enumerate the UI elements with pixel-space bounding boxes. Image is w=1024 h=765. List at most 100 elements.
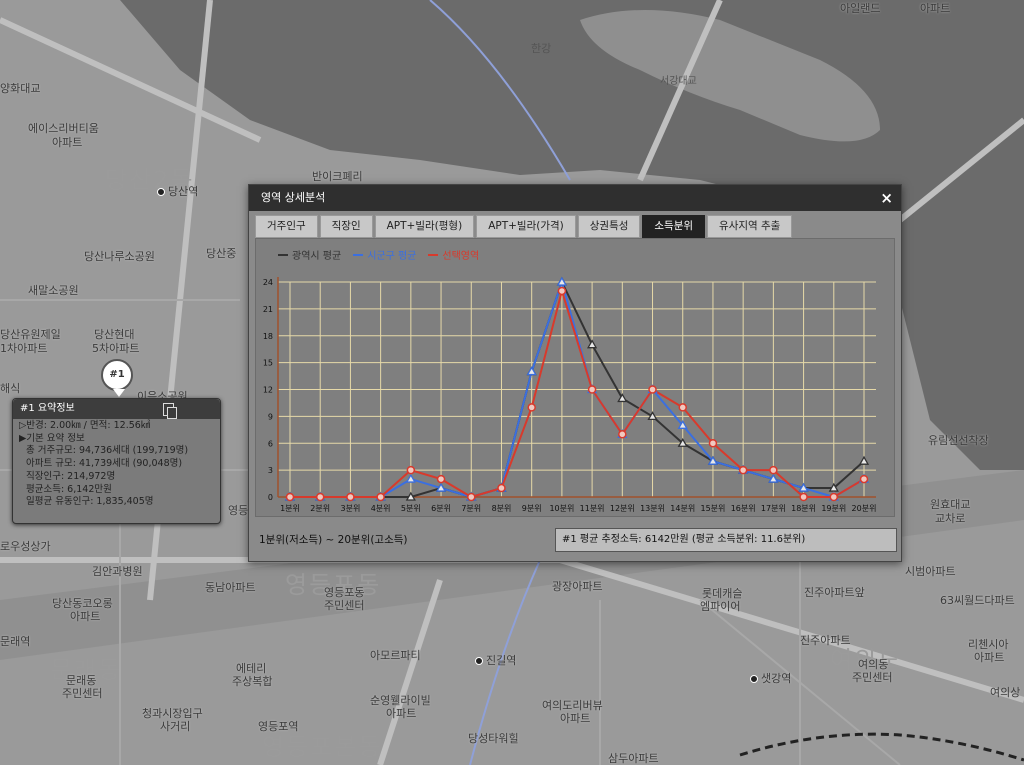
panel-title: 영역 상세분석 [261,191,326,204]
map-label: 문래역 [0,635,31,648]
map-label: 아파트 [70,610,101,623]
tab-workers[interactable]: 직장인 [319,215,373,238]
summary-row: 직장인구: 214,972명 [26,470,116,482]
location-marker[interactable]: #1 [101,359,133,397]
average-income-info: #1 평균 추정소득: 6142만원 (평균 소득분위: 11.6분위) [555,528,897,552]
map-label: 당산중 [206,247,237,260]
data-point [738,465,748,475]
data-point [405,473,416,483]
detail-analysis-panel: 영역 상세분석 × 거주인구 직장인 APT+빌라(평형) APT+빌라(가격)… [248,184,902,562]
map-label: 당산역 [157,183,198,199]
x-tick-label: 15분위 [700,504,725,513]
decile-scale-text: 1분위(저소득) ~ 20분위(고소득) [259,534,408,546]
data-point [587,385,597,394]
x-tick-label: 19분위 [821,504,846,513]
x-tick-label: 20분위 [852,504,877,513]
x-tick-label: 8분위 [492,504,512,513]
map-label: 아모르파티 [370,649,421,662]
data-point [406,465,416,475]
x-tick-label: 14분위 [670,504,695,513]
data-point [708,439,718,448]
x-tick-label: 16분위 [731,504,756,513]
summary-popup: #1 요약정보 ▷반경: 2.00㎞ / 면적: 12.56㎢ ▶기본 요약 정… [12,398,221,524]
x-tick-label: 17분위 [761,504,786,513]
tab-similar-area[interactable]: 유사지역 추출 [707,215,793,238]
y-tick-label: 3 [268,466,273,475]
data-point [467,492,476,502]
map-label: 샛강역 [750,670,791,686]
map-label: 영등 [228,504,249,517]
map-label: 한강 [531,42,552,55]
x-tick-label: 3분위 [341,504,361,513]
tab-commercial[interactable]: 상권특성 [577,215,641,238]
map-label: 당성타워힐 [468,732,519,745]
map-label: 여의상 [990,686,1021,699]
map-label: 서강대교 [660,76,697,87]
summary-radius: ▷반경: 2.00㎞ / 면적: 12.56㎢ [19,420,151,431]
data-point [497,483,506,493]
map-label: 주민센터 [852,671,893,684]
chart-area: 광역시 평균 시군구 평균 선택영역 0 3 6 9 12 15 18 21 24 1분위 2분위 3… [255,238,895,517]
data-point [526,366,537,376]
data-point [799,492,808,502]
summary-row: 평균소득: 6,142만원 [26,483,112,495]
data-point [346,492,355,502]
data-point [769,465,778,475]
map-label: 엠파이어 [700,600,741,613]
map-label: 양화대교 [0,82,41,95]
data-point [648,385,657,394]
map-label: 로우성상가 [0,540,51,553]
map-label: 광장아파트 [552,580,603,593]
map-label: 아파트 [974,651,1005,664]
x-tick-label: 1분위 [280,504,300,513]
data-point [527,403,536,412]
x-tick-label: 2분위 [310,504,330,513]
x-tick-label: 7분위 [461,504,481,513]
map-label: 영등포본동 [262,733,383,761]
series-line [290,287,865,499]
tab-apt-villa-size[interactable]: APT+빌라(평형) [374,215,475,238]
map-label: 당산나루소공원 [84,250,155,263]
data-point [376,492,385,502]
close-icon[interactable]: × [880,185,893,211]
map-label: 해식 [0,382,21,395]
tab-income-decile[interactable]: 소득분위 [642,215,706,238]
tab-apt-villa-price[interactable]: APT+빌라(가격) [476,215,576,238]
y-tick-label: 18 [263,332,273,341]
summary-header: #1 요약정보 [13,399,220,419]
map-label: 김안과병원 [92,565,143,578]
map-label: 주상복합 [232,675,273,688]
map-label: 아파트 [52,136,83,149]
map-label: 사거리 [160,720,191,733]
y-tick-label: 21 [263,305,273,314]
income-chart: 0 3 6 9 12 15 18 21 24 1분위 2분위 3분위 4분위 5분위 6분위 7분위 8분위 9분… [263,276,877,513]
map-label: 진길역 [475,652,516,668]
map-label: 반이크폐리 [312,170,363,183]
y-tick-label: 24 [263,278,273,287]
x-tick-label: 10분위 [549,504,574,513]
data-point [285,492,295,502]
map-label: 아파트 [920,2,951,15]
map-label: 63씨월드다파트 [940,594,1015,607]
map-label: 아파트 [560,712,591,725]
panel-titlebar: 영역 상세분석 × [249,185,901,211]
data-point [618,430,627,439]
map-label: 삼두아파트 [608,752,659,765]
map-label: 1차아파트 [0,342,48,355]
data-point [678,403,687,412]
map-label: 주민센터 [324,599,365,612]
summary-row: 아파트 규모: 41,739세대 (90,048명) [26,458,183,470]
map-label: 유림선선착장 [928,434,989,447]
x-tick-label: 5분위 [401,504,421,513]
copy-icon[interactable] [163,403,177,419]
x-tick-label: 6분위 [431,504,451,513]
map-label: 교차로 [935,512,966,525]
data-point [859,474,869,484]
map-label: 시범아파트 [905,565,956,578]
summary-row: 일평균 유동인구: 1,835,405명 [26,496,154,508]
y-tick-label: 12 [263,386,273,395]
data-point [557,286,567,296]
tab-residents[interactable]: 거주인구 [255,215,318,238]
data-point [315,492,325,502]
x-tick-label: 13분위 [640,504,665,513]
